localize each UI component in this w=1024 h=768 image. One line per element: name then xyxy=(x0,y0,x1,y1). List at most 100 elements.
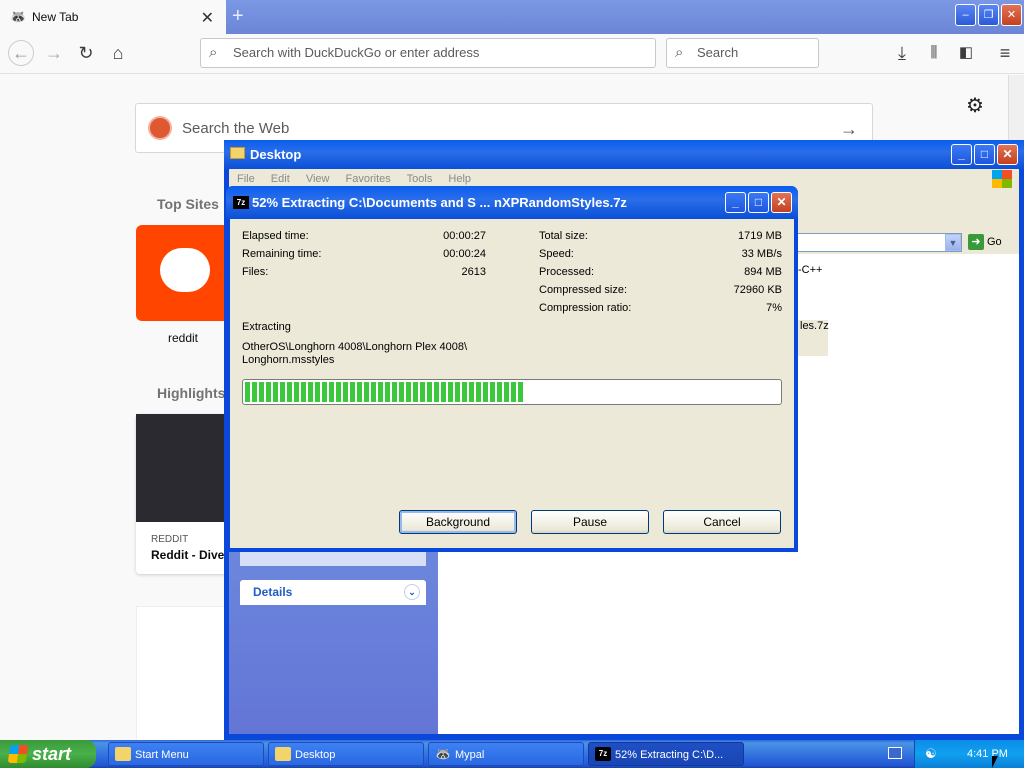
remaining-time-value: 00:00:24 xyxy=(443,248,486,260)
compressed-size-value: 72960 KB xyxy=(733,284,782,296)
dialog-maximize-button[interactable]: □ xyxy=(748,192,769,213)
files-label: Files: xyxy=(242,266,269,278)
dialog-close-button[interactable]: ✕ xyxy=(771,192,792,213)
background-button[interactable]: Background xyxy=(399,510,517,534)
clock[interactable]: 4:41 PM xyxy=(967,740,1008,768)
address-bar[interactable]: ⌕ Search with DuckDuckGo or enter addres… xyxy=(200,38,656,68)
back-arrow-icon[interactable]: ← xyxy=(8,40,34,66)
compressed-size-label: Compressed size: xyxy=(539,284,628,296)
explorer-close-button[interactable]: ✕ xyxy=(997,144,1018,165)
search-icon: ⌕ xyxy=(209,44,218,61)
folder-icon xyxy=(115,747,131,761)
tray-app-icon[interactable]: ☯ xyxy=(925,740,937,768)
address-bar-placeholder: Search with DuckDuckGo or enter address xyxy=(233,45,480,60)
go-label: Go xyxy=(987,236,1002,248)
gear-icon[interactable]: ⚙ xyxy=(966,93,984,118)
system-tray: ☯ 4:41 PM xyxy=(914,740,1024,768)
top-sites-heading: Top Sites xyxy=(157,196,219,212)
compression-ratio-value: 7% xyxy=(766,302,782,314)
search-bar-placeholder: Search xyxy=(697,45,739,60)
explorer-maximize-button[interactable]: □ xyxy=(974,144,995,165)
sidebar-icon[interactable]: ◧ xyxy=(954,41,978,65)
highlight-source: REDDIT xyxy=(151,534,189,545)
file-item-partial[interactable]: -C++ xyxy=(798,264,822,276)
downloads-icon[interactable]: ⤓ xyxy=(890,41,914,65)
home-icon[interactable]: ⌂ xyxy=(106,41,130,65)
folder-icon xyxy=(275,747,291,761)
reload-icon[interactable]: ↻ xyxy=(74,41,98,65)
desktop-screen: 🦝 New Tab ✕ + ‒ ❐ ✕ ← → ↻ ⌂ ⌕ Search wit… xyxy=(0,0,1024,768)
elapsed-time-value: 00:00:27 xyxy=(443,230,486,242)
explorer-title: Desktop xyxy=(224,140,1024,169)
folder-icon xyxy=(230,147,245,159)
taskbar-item-label: Mypal xyxy=(455,749,485,761)
extracting-label: Extracting xyxy=(242,321,291,333)
close-window-button[interactable]: ✕ xyxy=(1001,4,1022,26)
browser-tab-new-tab[interactable]: 🦝 New Tab ✕ xyxy=(0,0,226,34)
7zip-icon: 7z xyxy=(233,196,249,209)
reddit-logo-icon xyxy=(160,248,210,292)
taskbar-item-label: 52% Extracting C:\D... xyxy=(615,749,724,761)
go-arrow-icon: ➜ xyxy=(968,234,984,250)
taskbar-item-label: Start Menu xyxy=(135,749,189,761)
chevron-down-icon[interactable]: ▼ xyxy=(945,234,961,251)
processed-value: 894 MB xyxy=(744,266,782,278)
current-path-line2: Longhorn.msstyles xyxy=(242,354,335,366)
taskbar-item-desktop[interactable]: Desktop xyxy=(268,742,424,766)
restore-button[interactable]: ❐ xyxy=(978,4,999,26)
keyboard-layout-icon[interactable] xyxy=(888,747,902,759)
compression-ratio-label: Compression ratio: xyxy=(539,302,632,314)
explorer-address-field[interactable] xyxy=(790,233,962,252)
taskbar-item-extract[interactable]: 7z 52% Extracting C:\D... xyxy=(588,742,744,766)
tab-favicon-icon: 🦝 xyxy=(10,9,27,24)
details-label: Details xyxy=(253,585,293,599)
details-panel-header[interactable]: Details ⌄ xyxy=(240,580,426,605)
processed-label: Processed: xyxy=(539,266,595,278)
highlights-heading: Highlights xyxy=(157,385,226,401)
total-size-label: Total size: xyxy=(539,230,588,242)
top-site-label: reddit xyxy=(168,331,199,345)
menu-favorites[interactable]: Favorites xyxy=(346,173,391,185)
web-search-placeholder: Search the Web xyxy=(182,120,290,137)
speed-value: 33 MB/s xyxy=(741,248,782,260)
taskbar-item-mypal[interactable]: 🦝 Mypal xyxy=(428,742,584,766)
mouse-cursor xyxy=(992,756,998,768)
menu-view[interactable]: View xyxy=(306,173,330,185)
chevron-down-icon[interactable]: ⌄ xyxy=(404,584,420,600)
dialog-title: 52% Extracting C:\Documents and S ... nX… xyxy=(226,186,798,219)
windows-flag-icon xyxy=(992,170,1012,188)
search-icon: ⌕ xyxy=(675,44,684,61)
menu-file[interactable]: File xyxy=(237,173,255,185)
library-icon[interactable]: ⫼ xyxy=(922,41,946,65)
highlight-thumbnail xyxy=(136,414,232,522)
menu-help[interactable]: Help xyxy=(448,173,471,185)
menu-icon[interactable]: ≡ xyxy=(993,41,1017,65)
7zip-icon: 7z xyxy=(595,747,611,761)
cancel-button[interactable]: Cancel xyxy=(663,510,781,534)
files-value: 2613 xyxy=(461,266,486,278)
menu-edit[interactable]: Edit xyxy=(271,173,290,185)
new-tab-plus-icon[interactable]: + xyxy=(232,4,244,28)
menu-tools[interactable]: Tools xyxy=(407,173,433,185)
taskbar-item-label: Desktop xyxy=(295,749,336,761)
go-button[interactable]: ➜ Go xyxy=(968,234,1002,250)
duckduckgo-logo-icon xyxy=(148,116,172,140)
file-item-partial-selected[interactable]: les.7z xyxy=(798,320,829,356)
highlight-title: Reddit - Dive xyxy=(151,548,225,562)
highlight-card-empty xyxy=(136,606,232,746)
taskbar-item-start-menu[interactable]: Start Menu xyxy=(108,742,264,766)
current-path-line1: OtherOS\Longhorn 4008\Longhorn Plex 4008… xyxy=(242,341,468,353)
forward-arrow-icon[interactable]: → xyxy=(42,41,66,65)
remaining-time-label: Remaining time: xyxy=(242,248,322,260)
pause-button[interactable]: Pause xyxy=(531,510,649,534)
close-tab-icon[interactable]: ✕ xyxy=(201,8,214,28)
search-bar[interactable]: ⌕ Search xyxy=(666,38,819,68)
tab-label: New Tab xyxy=(32,10,79,24)
speed-label: Speed: xyxy=(539,248,574,260)
progress-bar-fill xyxy=(245,382,523,402)
mypal-icon: 🦝 xyxy=(435,747,451,761)
explorer-minimize-button[interactable]: _ xyxy=(951,144,972,165)
minimize-button[interactable]: ‒ xyxy=(955,4,976,26)
dialog-minimize-button[interactable]: _ xyxy=(725,192,746,213)
elapsed-time-label: Elapsed time: xyxy=(242,230,309,242)
